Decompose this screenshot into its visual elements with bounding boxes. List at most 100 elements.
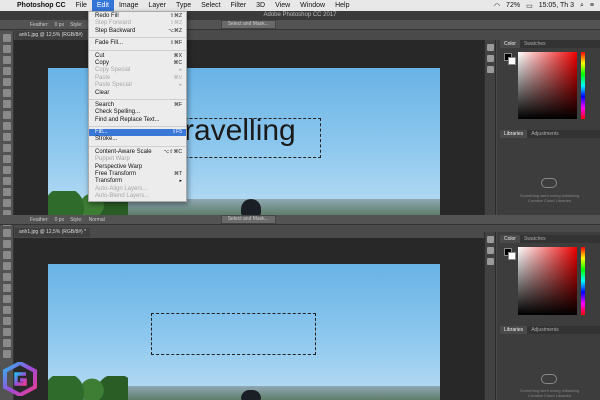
selection-marquee-bottom[interactable] [151,313,316,355]
menu-view[interactable]: View [270,0,295,11]
menu-item-paste[interactable]: Paste ⌘V [89,75,186,82]
dodge-tool-icon[interactable] [2,177,11,185]
menu-item-find-and-replace-text[interactable]: Find and Replace Text... [89,117,186,124]
gradient-tool-icon[interactable] [2,350,11,358]
menu-item-stroke[interactable]: Stroke... [89,136,186,143]
menu-file[interactable]: File [71,0,92,11]
menu-item-fade-fill[interactable]: Fade Fill... ⇧⌘F [89,40,186,47]
background-swatch[interactable] [508,252,516,260]
marquee-tool-icon[interactable] [2,240,11,248]
menu-filter[interactable]: Filter [226,0,252,11]
brush-panel-icon[interactable] [486,258,494,265]
menu-edit[interactable]: Edit [91,0,114,11]
menu-item-cut[interactable]: Cut ⌘X [89,53,186,60]
menu-window[interactable]: Window [295,0,330,11]
menu-item-step-forward[interactable]: Step Forward ⇧⌘Z [89,20,186,27]
menu-item-search[interactable]: Search ⌘F [89,102,186,109]
menu-item-step-backward[interactable]: Step Backward ⌥⌘Z [89,28,186,35]
menu-item-auto-align-layers[interactable]: Auto-Align Layers... [89,186,186,193]
color-tab[interactable]: Color [500,40,520,48]
type-tool-icon[interactable] [2,199,11,207]
brush-tool-icon[interactable] [2,111,11,119]
history-brush-icon[interactable] [2,328,11,336]
move-tool-icon[interactable] [2,229,11,237]
history-panel-icon[interactable] [486,236,494,243]
select-and-mask-button[interactable]: Select and Mask... [220,215,276,224]
gradient-tool-icon[interactable] [2,155,11,163]
brush-panel-icon[interactable] [486,66,494,73]
menu-item-redo-fill[interactable]: Redo Fill ⇧⌘Z [89,13,186,20]
document-tab-top[interactable]: anh1.jpg @ 12,5% (RGB/8#) [15,31,87,40]
menu-item-shortcut: ⇧⌘Z [169,20,182,27]
menu-select[interactable]: Select [196,0,225,11]
quick-select-tool-icon[interactable] [2,67,11,75]
libraries-tab[interactable]: Libraries [500,326,528,334]
eyedropper-tool-icon[interactable] [2,284,11,292]
healing-tool-icon[interactable] [2,295,11,303]
menu-item-transform[interactable]: Transform ▸ [89,178,186,185]
battery-icon[interactable]: ▭ [526,2,533,10]
history-panel-icon[interactable] [486,44,494,51]
apple-menu[interactable] [0,0,12,11]
travelling-text[interactable]: ravelling [184,114,296,148]
lasso-tool-icon[interactable] [2,56,11,64]
menu-item-check-spelling[interactable]: Check Spelling... [89,109,186,116]
wifi-icon[interactable]: ◠ [494,2,500,10]
healing-tool-icon[interactable] [2,100,11,108]
background-swatch[interactable] [508,57,516,65]
hue-slider[interactable] [581,247,585,315]
menu-item-copy-special[interactable]: Copy Special ▸ [89,67,186,74]
feather-input[interactable]: 0 px [55,217,64,223]
color-picker-field[interactable] [518,247,577,315]
color-tab[interactable]: Color [500,235,520,243]
menu-item-auto-blend-layers[interactable]: Auto-Blend Layers... [89,193,186,200]
menu-item-content-aware-scale[interactable]: Content-Aware Scale ⌥⇧⌘C [89,149,186,156]
brush-tool-icon[interactable] [2,306,11,314]
adjustments-tab[interactable]: Adjustments [527,326,563,334]
swatches-tab[interactable]: Swatches [520,40,550,48]
feather-input[interactable]: 0 px [55,22,64,28]
menu-item-free-transform[interactable]: Free Transform ⌘T [89,171,186,178]
menu-item-clear[interactable]: Clear [89,90,186,97]
menu-image[interactable]: Image [114,0,143,11]
style-select[interactable]: Normal [89,217,105,223]
menu-photoshop[interactable]: Photoshop CC [12,0,71,11]
menu-3d[interactable]: 3D [251,0,270,11]
select-and-mask-button[interactable]: Select and Mask... [220,20,276,29]
menu-layer[interactable]: Layer [143,0,171,11]
menu-list-icon[interactable]: ≡ [590,2,594,9]
properties-panel-icon[interactable] [486,247,494,254]
clock-text[interactable]: 15:05, Th 3 [539,2,574,9]
eraser-tool-icon[interactable] [2,339,11,347]
properties-panel-icon[interactable] [486,55,494,62]
adjustments-tab[interactable]: Adjustments [527,130,563,138]
menu-item-perspective-warp[interactable]: Perspective Warp [89,164,186,171]
menu-type[interactable]: Type [171,0,196,11]
color-picker-field[interactable] [518,52,577,119]
menu-item-label: Redo Fill [95,13,119,19]
menu-item-puppet-warp[interactable]: Puppet Warp [89,156,186,163]
right-dock-bottom: Color Swatches Libraries Adjustments Som… [497,232,600,400]
pen-tool-icon[interactable] [2,188,11,196]
crop-tool-icon[interactable] [2,78,11,86]
lasso-tool-icon[interactable] [2,251,11,259]
stamp-tool-icon[interactable] [2,122,11,130]
history-brush-icon[interactable] [2,133,11,141]
swatches-tab[interactable]: Swatches [520,235,550,243]
menu-item-fill[interactable]: Fill... ⇧F5 [89,129,186,137]
marquee-tool-icon[interactable] [2,45,11,53]
blur-tool-icon[interactable] [2,166,11,174]
document-tab-bottom[interactable]: anh1.jpg @ 12,5% (RGB/8#) * [15,228,91,237]
menu-item-copy[interactable]: Copy ⌘C [89,60,186,67]
hue-slider[interactable] [581,52,585,119]
eraser-tool-icon[interactable] [2,144,11,152]
crop-tool-icon[interactable] [2,273,11,281]
move-tool-icon[interactable] [2,34,11,42]
search-icon[interactable]: ⌕ [580,2,584,10]
libraries-tab[interactable]: Libraries [500,130,528,138]
eyedropper-tool-icon[interactable] [2,89,11,97]
menu-item-paste-special[interactable]: Paste Special ▸ [89,82,186,89]
menu-help[interactable]: Help [330,0,354,11]
quick-select-tool-icon[interactable] [2,262,11,270]
stamp-tool-icon[interactable] [2,317,11,325]
